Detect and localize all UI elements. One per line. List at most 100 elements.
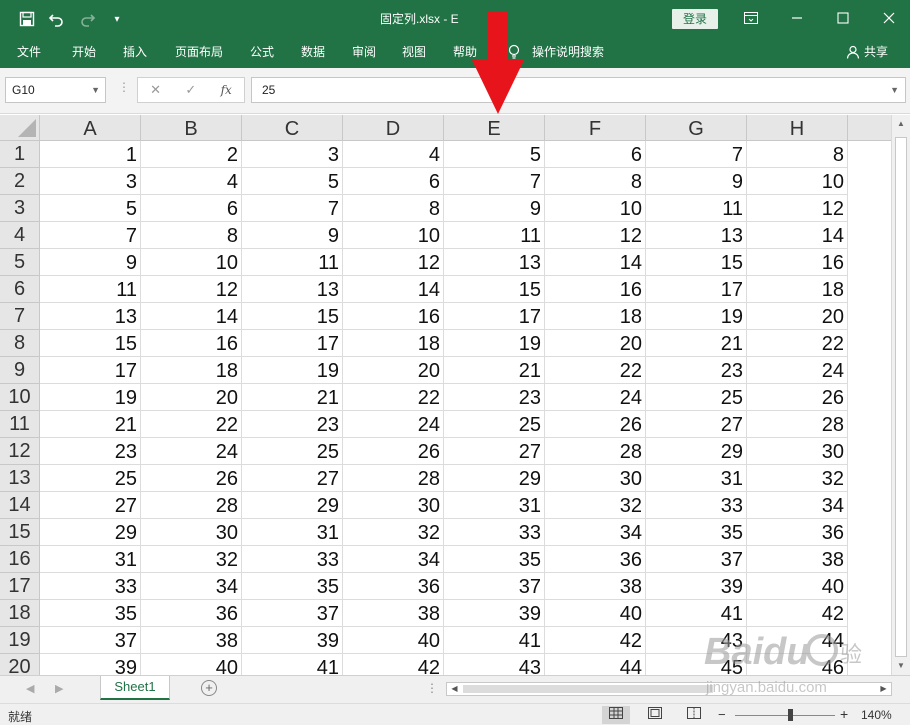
cell-e4[interactable]: 11: [444, 222, 545, 249]
cell-b2[interactable]: 4: [141, 168, 242, 195]
close-icon[interactable]: [874, 6, 904, 30]
cell-h2[interactable]: 10: [747, 168, 848, 195]
cell-b15[interactable]: 30: [141, 519, 242, 546]
cell-b4[interactable]: 8: [141, 222, 242, 249]
cell-g11[interactable]: 27: [646, 411, 747, 438]
cell-f18[interactable]: 40: [545, 600, 646, 627]
cell-d7[interactable]: 16: [343, 303, 444, 330]
chevron-down-icon[interactable]: ▼: [91, 78, 100, 102]
tell-me-search[interactable]: 操作说明搜索: [532, 43, 604, 60]
cell-e6[interactable]: 15: [444, 276, 545, 303]
formula-input[interactable]: 25 ▼: [251, 77, 906, 103]
cell-a11[interactable]: 21: [40, 411, 141, 438]
cell-c4[interactable]: 9: [242, 222, 343, 249]
sheet-tab-sheet1[interactable]: Sheet1: [100, 676, 170, 700]
zoom-in-icon[interactable]: +: [840, 706, 848, 722]
cell-f9[interactable]: 22: [545, 357, 646, 384]
cell-d9[interactable]: 20: [343, 357, 444, 384]
scroll-left-icon[interactable]: ◀: [448, 683, 461, 695]
cell-e17[interactable]: 37: [444, 573, 545, 600]
prev-sheet-icon[interactable]: ◀: [26, 682, 34, 695]
cell-a19[interactable]: 37: [40, 627, 141, 654]
cell-a18[interactable]: 35: [40, 600, 141, 627]
cell-c7[interactable]: 15: [242, 303, 343, 330]
cell-b9[interactable]: 18: [141, 357, 242, 384]
row-header[interactable]: 19: [0, 627, 40, 654]
cell-h3[interactable]: 12: [747, 195, 848, 222]
scroll-down-icon[interactable]: ▼: [894, 659, 908, 673]
cell-f3[interactable]: 10: [545, 195, 646, 222]
tab-file[interactable]: 文件: [17, 43, 41, 60]
row-header[interactable]: 7: [0, 303, 40, 330]
share-button[interactable]: 共享: [846, 43, 888, 60]
cell-b1[interactable]: 2: [141, 141, 242, 168]
cell-e11[interactable]: 25: [444, 411, 545, 438]
add-sheet-icon[interactable]: +: [201, 680, 217, 696]
cell-c1[interactable]: 3: [242, 141, 343, 168]
cell-h7[interactable]: 20: [747, 303, 848, 330]
cell-g6[interactable]: 17: [646, 276, 747, 303]
cell-f5[interactable]: 14: [545, 249, 646, 276]
cell-g15[interactable]: 35: [646, 519, 747, 546]
cell-d4[interactable]: 10: [343, 222, 444, 249]
cell-h1[interactable]: 8: [747, 141, 848, 168]
login-button[interactable]: 登录: [672, 9, 718, 29]
cell-d11[interactable]: 24: [343, 411, 444, 438]
row-header[interactable]: 13: [0, 465, 40, 492]
maximize-icon[interactable]: [828, 6, 858, 30]
cell-d17[interactable]: 36: [343, 573, 444, 600]
page-layout-view-icon[interactable]: [641, 706, 669, 724]
row-header[interactable]: 8: [0, 330, 40, 357]
cell-h5[interactable]: 16: [747, 249, 848, 276]
column-header-f[interactable]: F: [545, 115, 646, 141]
cell-a12[interactable]: 23: [40, 438, 141, 465]
cell-b5[interactable]: 10: [141, 249, 242, 276]
cell-d2[interactable]: 6: [343, 168, 444, 195]
row-header[interactable]: 18: [0, 600, 40, 627]
cell-c20[interactable]: 41: [242, 654, 343, 675]
cell-a15[interactable]: 29: [40, 519, 141, 546]
cell-f1[interactable]: 6: [545, 141, 646, 168]
next-sheet-icon[interactable]: ▶: [55, 682, 63, 695]
cell-d16[interactable]: 34: [343, 546, 444, 573]
cell-g7[interactable]: 19: [646, 303, 747, 330]
cell-d5[interactable]: 12: [343, 249, 444, 276]
cell-c18[interactable]: 37: [242, 600, 343, 627]
cell-h15[interactable]: 36: [747, 519, 848, 546]
insert-function-icon[interactable]: fx: [221, 83, 232, 97]
zoom-slider-knob[interactable]: [788, 709, 793, 721]
cell-c8[interactable]: 17: [242, 330, 343, 357]
column-header-g[interactable]: G: [646, 115, 747, 141]
cell-b18[interactable]: 36: [141, 600, 242, 627]
customize-qat-icon[interactable]: ▾: [104, 8, 130, 30]
cell-b11[interactable]: 22: [141, 411, 242, 438]
cell-g13[interactable]: 31: [646, 465, 747, 492]
cell-g3[interactable]: 11: [646, 195, 747, 222]
cell-e1[interactable]: 5: [444, 141, 545, 168]
vertical-dots-icon[interactable]: ⋮: [426, 681, 438, 695]
cell-a20[interactable]: 39: [40, 654, 141, 675]
select-all-corner[interactable]: [0, 115, 40, 141]
cell-f2[interactable]: 8: [545, 168, 646, 195]
cell-b17[interactable]: 34: [141, 573, 242, 600]
cell-f11[interactable]: 26: [545, 411, 646, 438]
cell-h16[interactable]: 38: [747, 546, 848, 573]
tab-home[interactable]: 开始: [72, 43, 96, 60]
cell-c17[interactable]: 35: [242, 573, 343, 600]
row-header[interactable]: 16: [0, 546, 40, 573]
scroll-up-icon[interactable]: ▲: [894, 117, 908, 131]
row-header[interactable]: 4: [0, 222, 40, 249]
cell-a1[interactable]: 1: [40, 141, 141, 168]
tab-review[interactable]: 审阅: [352, 43, 376, 60]
worksheet-grid[interactable]: A B C D E F G H 1 1 2 3 4 5 6 7 8 2 3 4 5 6 7 8 9 10 3 5 6 7 8 9 10 11 12 4…: [0, 115, 891, 675]
cell-f12[interactable]: 28: [545, 438, 646, 465]
cell-e12[interactable]: 27: [444, 438, 545, 465]
cell-c5[interactable]: 11: [242, 249, 343, 276]
cell-e5[interactable]: 13: [444, 249, 545, 276]
cell-d19[interactable]: 40: [343, 627, 444, 654]
cell-a4[interactable]: 7: [40, 222, 141, 249]
zoom-level[interactable]: 140%: [861, 708, 892, 722]
cancel-icon[interactable]: ✕: [150, 82, 161, 98]
column-header-e[interactable]: E: [444, 115, 545, 141]
cell-c9[interactable]: 19: [242, 357, 343, 384]
